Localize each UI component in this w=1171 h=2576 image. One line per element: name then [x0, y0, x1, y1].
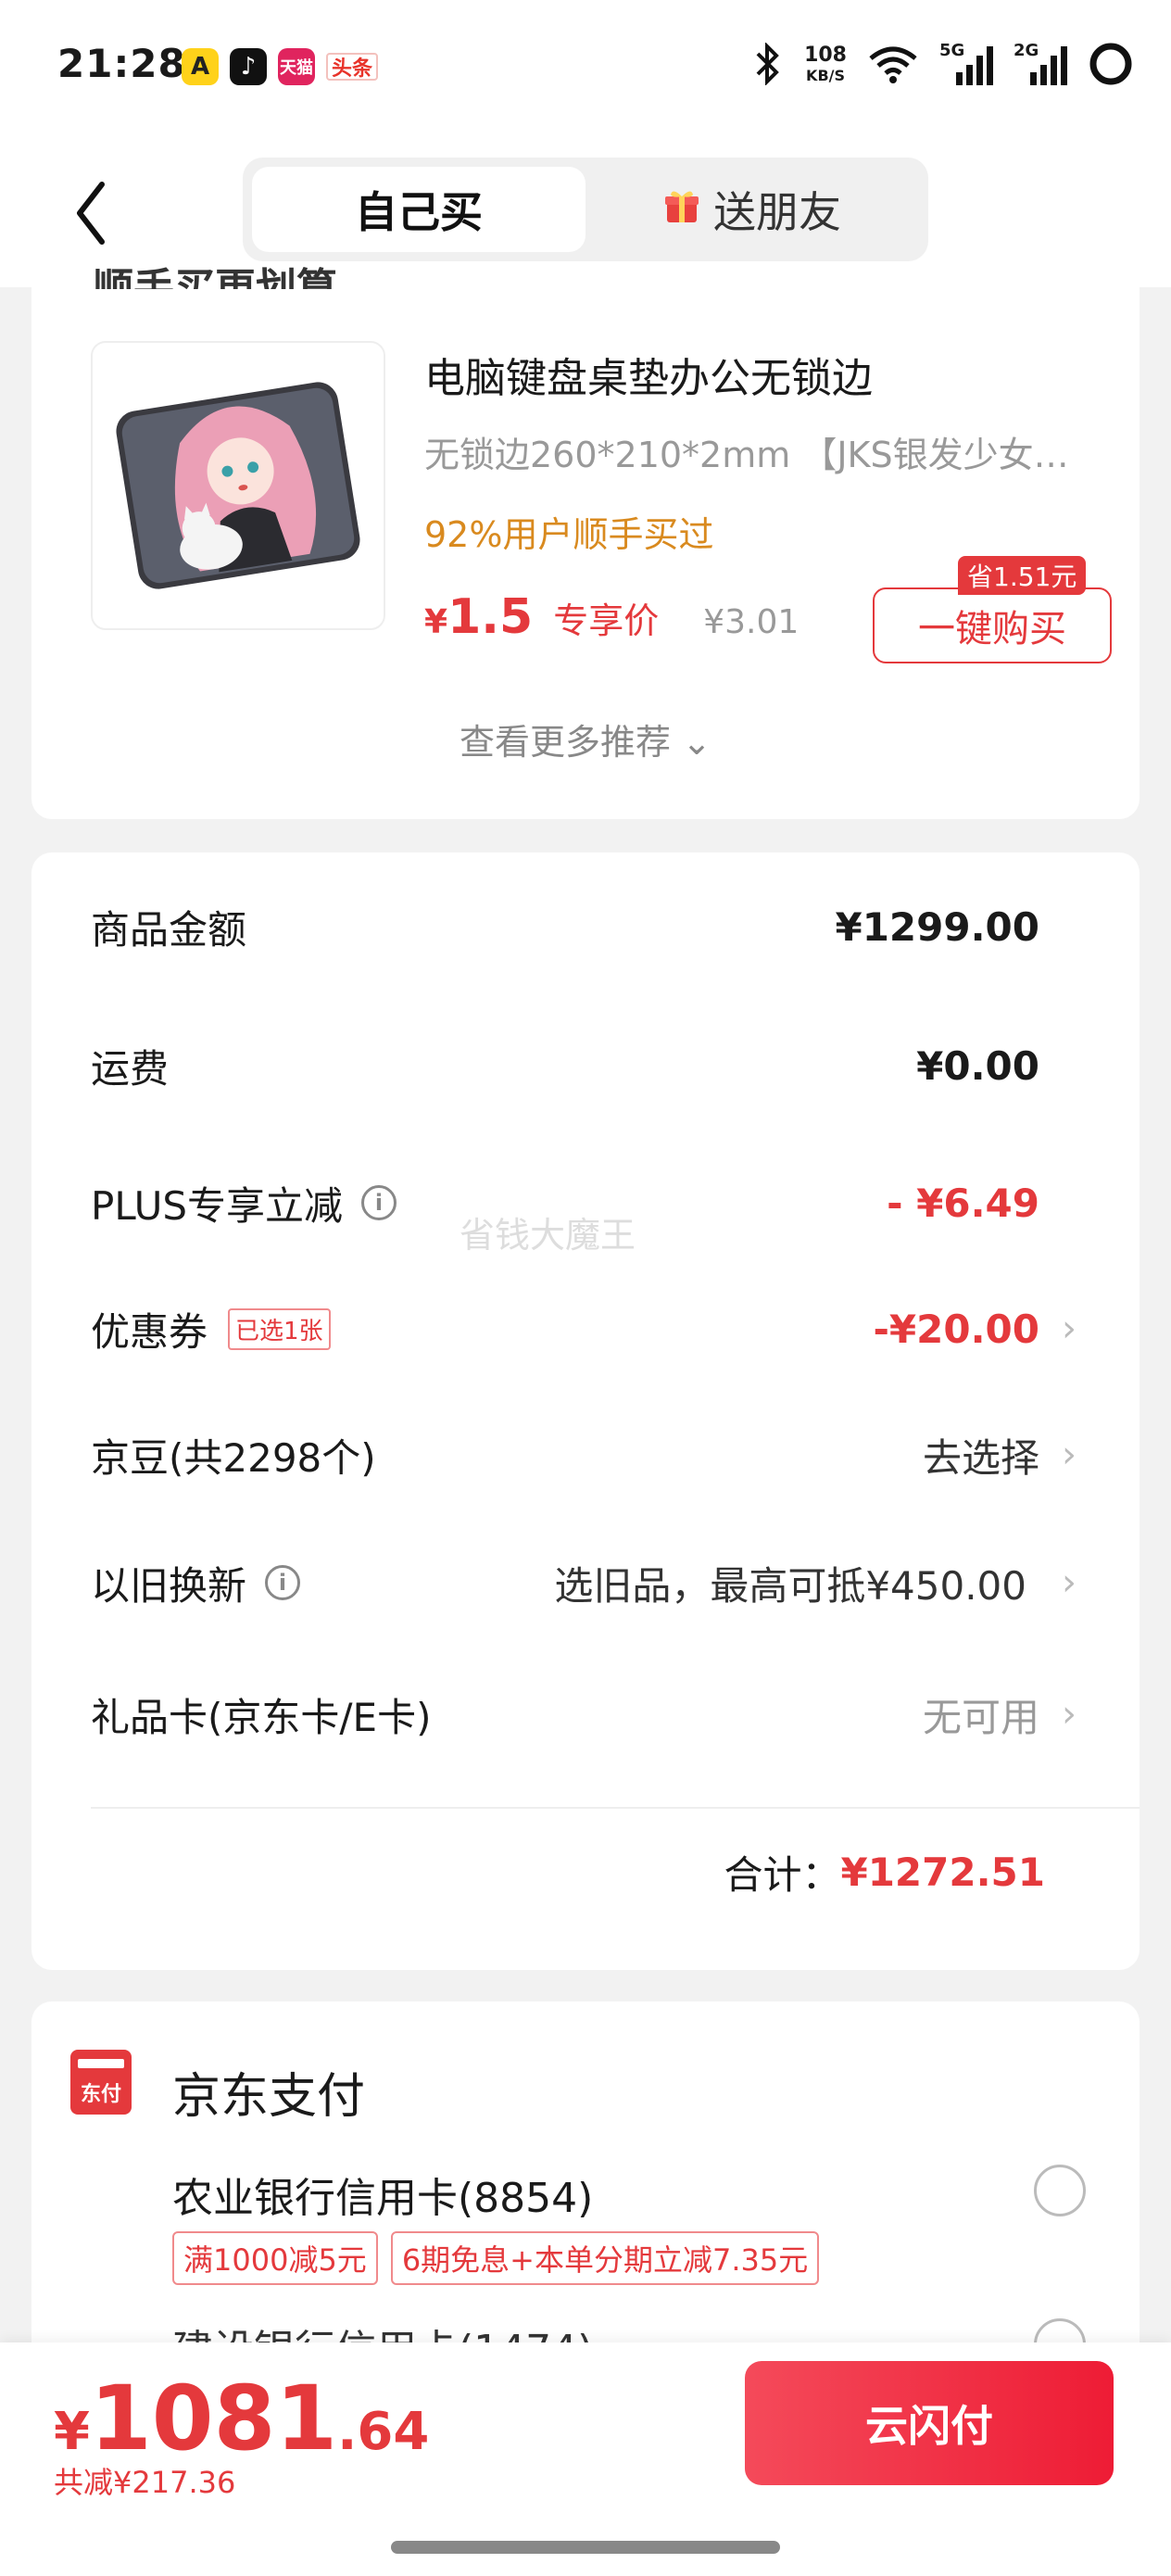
tab-send-friend-label: 送朋友 — [713, 187, 841, 237]
coupon-selected-tag: 已选1张 — [228, 1307, 331, 1350]
trade-in-value: 选旧品，最高可抵¥450.00 — [554, 1562, 1026, 1609]
checkout-bar: ¥ 1081 .64 共减¥217.36 云闪付 — [0, 2342, 1171, 2576]
shipping-row: 运费 ¥0.00 — [91, 1029, 1077, 1103]
gift-card-row[interactable]: 礼品卡(京东卡/E卡) 无可用 › — [91, 1677, 1077, 1751]
goods-amount-value: ¥1299.00 — [835, 903, 1039, 950]
product-spec: 无锁边260*210*2mm 【JKS银发少女… — [424, 435, 1069, 475]
notification-icons: A ♪ 天猫 头条 — [182, 48, 379, 85]
signal-2g-icon: 2G — [1014, 41, 1067, 87]
product-price: 1.5 — [447, 589, 534, 645]
trade-in-label: 以旧换新 — [91, 1562, 247, 1609]
payment-promo-tags: 满1000减5元 6期免息+本单分期立减7.35元 — [172, 2231, 820, 2285]
chevron-left-icon — [77, 182, 105, 245]
more-recommendations-link[interactable]: 查看更多推荐 ⌄ — [31, 713, 1140, 764]
chevron-right-icon[interactable]: › — [1062, 1307, 1077, 1350]
promo-tag: 满1000减5元 — [172, 2231, 378, 2285]
signal-5g-icon: 5G — [939, 41, 993, 87]
trade-in-label-wrap: 以旧换新 i — [91, 1555, 301, 1611]
shipping-label: 运费 — [91, 1045, 170, 1092]
trade-in-row[interactable]: 以旧换新 i 选旧品，最高可抵¥450.00 › — [91, 1546, 1077, 1620]
jd-pay-icon: 东付 — [70, 2050, 132, 2115]
payment-radio-abc[interactable] — [1034, 2165, 1086, 2216]
total-value: ¥1272.51 — [840, 1850, 1045, 1895]
gift-card-value: 无可用 — [922, 1694, 1039, 1740]
plus-discount-label-wrap: PLUS专享立减 i — [91, 1175, 397, 1231]
final-price-integer: 1081 — [89, 2367, 338, 2470]
promo-tag: 6期免息+本单分期立减7.35元 — [390, 2231, 820, 2285]
info-icon[interactable]: i — [361, 1185, 397, 1220]
price-currency: ¥ — [424, 603, 448, 641]
jingdou-row[interactable]: 京豆(共2298个) 去选择 › — [91, 1418, 1077, 1492]
jingdou-label: 京豆(共2298个) — [91, 1434, 376, 1481]
one-click-buy-button[interactable]: 一键购买 — [873, 587, 1112, 663]
pay-button[interactable]: 云闪付 — [745, 2361, 1114, 2485]
back-button[interactable] — [63, 176, 119, 250]
battery-icon — [1088, 41, 1134, 91]
system-icons: 108 KB/S 5G 2G — [752, 41, 1134, 91]
plus-discount-value: - ¥6.49 — [887, 1180, 1039, 1226]
final-price-currency: ¥ — [54, 2402, 90, 2462]
coupon-label-wrap: 优惠券 已选1张 — [91, 1301, 331, 1357]
product-image[interactable] — [91, 341, 385, 630]
info-icon[interactable]: i — [265, 1565, 301, 1600]
net-speed-value: 108 — [804, 44, 847, 67]
recommend-card: 顺手买更划算 电脑键盘桌垫办公无锁边 无锁边260*210*2mm 【JKS银发… — [31, 265, 1140, 819]
final-price: ¥ 1081 .64 — [54, 2367, 429, 2470]
divider — [91, 1807, 1140, 1809]
total-row: 合计： ¥1272.51 — [724, 1844, 1045, 1900]
price-summary-card: 商品金额 ¥1299.00 运费 ¥0.00 PLUS专享立减 i - ¥6.4… — [31, 852, 1140, 1970]
signal-5g-label: 5G — [939, 41, 965, 60]
tab-buy-self-label: 自己买 — [355, 187, 483, 237]
tab-send-friend[interactable]: 送朋友 — [586, 167, 919, 252]
wifi-icon — [867, 44, 919, 88]
jingdou-value: 去选择 — [922, 1434, 1039, 1481]
coupon-value: -¥20.00 — [873, 1306, 1039, 1352]
original-price: ¥3.01 — [703, 603, 800, 641]
purchase-mode-switch: 自己买 送朋友 — [243, 158, 928, 261]
repurchase-rate: 92%用户顺手买过 — [424, 514, 714, 555]
chevron-right-icon[interactable]: › — [1062, 1433, 1077, 1476]
signal-2g-label: 2G — [1014, 41, 1039, 60]
goods-amount-row: 商品金额 ¥1299.00 — [91, 890, 1077, 964]
product-title[interactable]: 电脑键盘桌垫办公无锁边 — [424, 345, 873, 404]
plus-discount-label: PLUS专享立减 — [91, 1182, 344, 1229]
home-indicator[interactable] — [391, 2541, 780, 2554]
total-savings: 共减¥217.36 — [54, 2465, 236, 2500]
coupon-label: 优惠券 — [91, 1308, 208, 1355]
recommend-title: 顺手买更划算 — [93, 265, 337, 289]
bluetooth-icon — [752, 42, 784, 89]
chevron-right-icon[interactable]: › — [1062, 1693, 1077, 1736]
product-price-row: ¥ 1.5 专享价 ¥3.01 — [424, 589, 799, 645]
clock: 21:28 — [57, 41, 186, 86]
tab-buy-self[interactable]: 自己买 — [252, 167, 586, 252]
watermark: 省钱大魔王 — [460, 1215, 636, 1256]
app-a-icon: A — [182, 48, 219, 85]
final-price-decimal: .64 — [337, 2402, 430, 2462]
tiktok-icon: ♪ — [230, 48, 267, 85]
total-label: 合计： — [724, 1852, 841, 1898]
shipping-value: ¥0.00 — [916, 1042, 1039, 1089]
chevron-right-icon[interactable]: › — [1062, 1561, 1077, 1604]
status-bar: 21:28 A ♪ 天猫 头条 108 KB/S 5G 2G — [0, 0, 1171, 139]
payment-option-abc[interactable]: 农业银行信用卡(8854) — [172, 2165, 593, 2224]
gift-icon — [663, 184, 700, 234]
mousepad-picture — [116, 382, 360, 589]
save-badge: 省1.51元 — [958, 556, 1087, 595]
tmall-icon: 天猫 — [278, 48, 315, 85]
goods-amount-label: 商品金额 — [91, 906, 247, 953]
coupon-row[interactable]: 优惠券 已选1张 -¥20.00 › — [91, 1292, 1077, 1366]
toutiao-icon: 头条 — [326, 53, 379, 81]
payment-title: 京东支付 — [172, 2069, 366, 2125]
exclusive-price-label: 专享价 — [553, 600, 660, 641]
net-speed: 108 KB/S — [804, 45, 847, 86]
gift-card-label: 礼品卡(京东卡/E卡) — [91, 1694, 432, 1740]
net-speed-unit: KB/S — [806, 67, 846, 84]
